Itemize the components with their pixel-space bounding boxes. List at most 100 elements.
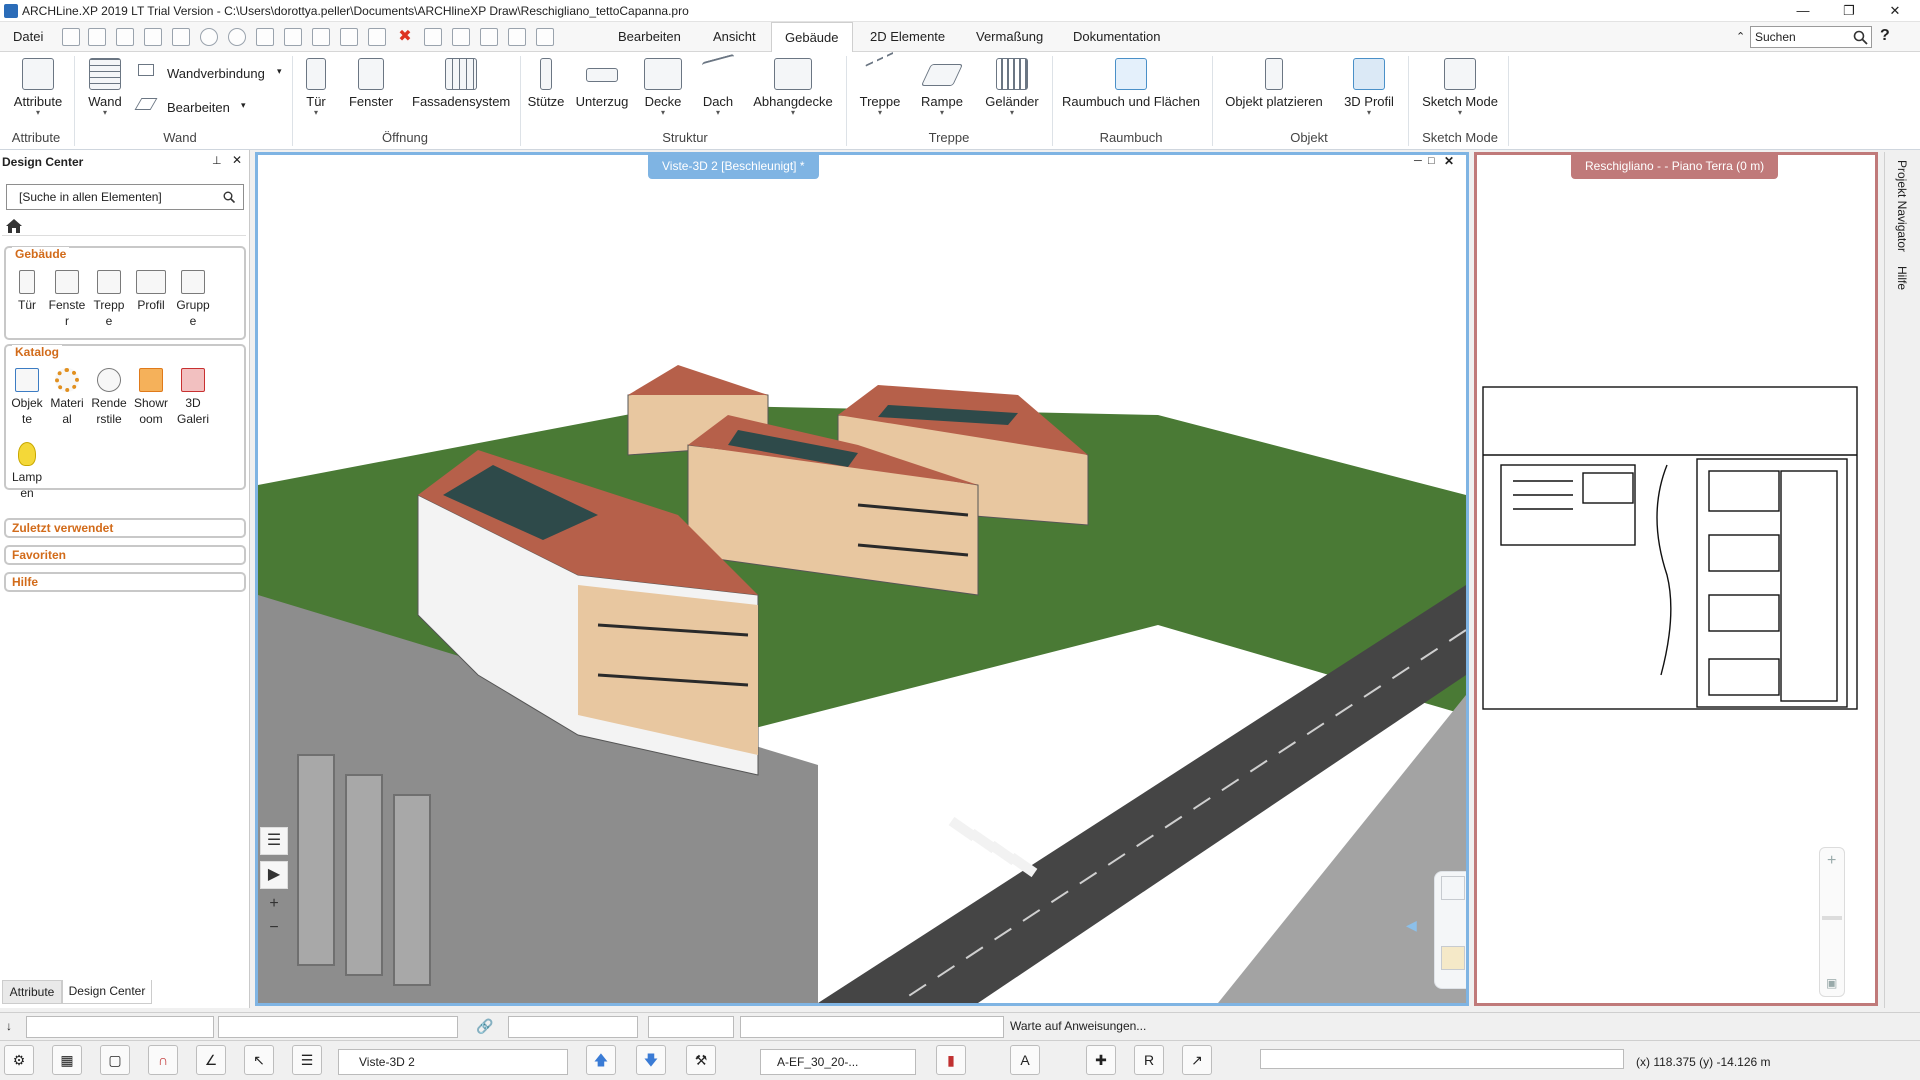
zoom-slider-thumb[interactable]	[1822, 916, 1842, 920]
texture-icon[interactable]	[1441, 946, 1465, 970]
search-icon[interactable]	[223, 191, 235, 203]
dc-item-renderstile[interactable]: Rende rstile	[90, 368, 128, 427]
command-input[interactable]	[740, 1016, 1004, 1038]
print-icon[interactable]	[172, 28, 190, 46]
cube-icon[interactable]	[1441, 876, 1465, 900]
command-combo-3[interactable]	[508, 1016, 638, 1038]
zoom-slider[interactable]: + ▣	[1819, 847, 1845, 997]
level-up-icon[interactable]: 🡅	[586, 1045, 616, 1075]
attribute-button[interactable]: Attribute ▾	[10, 58, 66, 117]
section-favoriten[interactable]: Favoriten	[4, 545, 246, 565]
help-icon[interactable]: ?	[1880, 27, 1890, 45]
tuer-button[interactable]: Tür ▾	[300, 58, 332, 117]
offset-icon[interactable]	[480, 28, 498, 46]
object-snap-icon[interactable]: ▢	[100, 1045, 130, 1075]
rampe-button[interactable]: Rampe ▾	[918, 58, 966, 117]
cut-icon[interactable]	[256, 28, 274, 46]
dc-item-profil[interactable]: Profil	[132, 270, 170, 313]
link-icon[interactable]: 🔗	[476, 1018, 493, 1035]
open-folder-icon[interactable]	[88, 28, 106, 46]
search-box[interactable]: Suchen	[1750, 26, 1872, 48]
dc-item-tuer[interactable]: Tür	[8, 270, 46, 313]
tab-projekt-navigator[interactable]: Projekt Navigator	[1895, 160, 1909, 252]
coordinate-input[interactable]	[1260, 1049, 1624, 1069]
unterzug-button[interactable]: Unterzug	[574, 58, 630, 109]
close-button[interactable]: ✕	[1872, 0, 1918, 22]
element-search-input[interactable]: [Suche in allen Elementen]	[6, 184, 244, 210]
search-icon[interactable]	[1853, 30, 1868, 45]
tab-design-center[interactable]: Design Center	[62, 980, 152, 1004]
select-cursor-icon[interactable]: ↖	[244, 1045, 274, 1075]
save-icon[interactable]	[116, 28, 134, 46]
viewport-2d-tab[interactable]: Reschigliano - - Piano Terra (0 m)	[1571, 155, 1779, 179]
dc-item-fenster[interactable]: Fenste r	[48, 270, 86, 329]
decke-button[interactable]: Decke ▾	[640, 58, 686, 117]
delete-x-icon[interactable]: ✖	[396, 28, 414, 46]
layer-select[interactable]: A-EF_30_20-...	[760, 1049, 916, 1075]
gelaender-button[interactable]: Geländer ▾	[982, 58, 1042, 117]
viewport-2d-plan[interactable]: Reschigliano - - Piano Terra (0 m) + ▣	[1474, 152, 1878, 1006]
tab-2d-elemente[interactable]: 2D Elemente	[857, 22, 958, 52]
text-style-icon[interactable]: A	[1010, 1045, 1040, 1075]
section-label-gebaeude[interactable]: Gebäude	[12, 247, 70, 261]
command-combo-1[interactable]	[26, 1016, 214, 1038]
list-icon[interactable]: ☰	[292, 1045, 322, 1075]
viewport-3d-tab[interactable]: Viste-3D 2 [Beschleunigt] *	[648, 155, 819, 179]
undo-icon[interactable]	[200, 28, 218, 46]
dc-item-3d-galerie[interactable]: 3D Galeri	[174, 368, 212, 427]
pan-left-icon[interactable]: ◀	[1406, 917, 1422, 933]
corner-icon[interactable]	[508, 28, 526, 46]
dc-item-treppe[interactable]: Trepp e	[90, 270, 128, 329]
relative-coords-icon[interactable]: R	[1134, 1045, 1164, 1075]
maximize-button[interactable]: ❐	[1826, 0, 1872, 22]
section-label-katalog[interactable]: Katalog	[12, 345, 63, 359]
viewport-maximize-icon[interactable]: □	[1428, 155, 1435, 167]
zoom-out-icon[interactable]: −	[260, 915, 288, 943]
new-file-icon[interactable]	[62, 28, 80, 46]
settings-gear-icon[interactable]: ⚙	[4, 1045, 34, 1075]
eraser-icon[interactable]: ▮	[936, 1045, 966, 1075]
redo-icon[interactable]	[228, 28, 246, 46]
save-all-icon[interactable]	[144, 28, 162, 46]
copy-icon[interactable]	[284, 28, 302, 46]
tab-ansicht[interactable]: Ansicht	[700, 22, 769, 52]
dach-button[interactable]: Dach ▾	[696, 53, 740, 117]
wandverbindung-button[interactable]: Wandverbindung	[167, 66, 265, 81]
zoom-extent-icon[interactable]: ▣	[1826, 976, 1837, 990]
angle-icon[interactable]: ∠	[196, 1045, 226, 1075]
level-down-icon[interactable]: 🡇	[636, 1045, 666, 1075]
bearbeiten-button[interactable]: Bearbeiten	[167, 100, 230, 115]
tab-dokumentation[interactable]: Dokumentation	[1060, 22, 1173, 52]
minimize-button[interactable]: —	[1780, 0, 1826, 22]
scene-3d[interactable]	[258, 155, 1466, 1003]
viewport-close-icon[interactable]: ✕	[1444, 155, 1454, 168]
search-input[interactable]: Suchen	[1755, 30, 1796, 44]
tab-attribute[interactable]: Attribute	[2, 980, 62, 1004]
stuetze-button[interactable]: Stütze	[526, 58, 566, 109]
bearbeiten-dropdown-icon[interactable]: ▾	[241, 100, 246, 111]
viewport-minimize-icon[interactable]: ─	[1414, 155, 1422, 167]
fassadensystem-button[interactable]: Fassadensystem	[412, 58, 510, 109]
collapse-ribbon-icon[interactable]: ⌃	[1736, 30, 1745, 43]
floor-plan[interactable]	[1477, 155, 1875, 1003]
trim-icon[interactable]	[424, 28, 442, 46]
dc-item-gruppe[interactable]: Grupp e	[174, 270, 212, 329]
abhangdecke-button[interactable]: Abhangdecke ▾	[752, 58, 834, 117]
sketch-mode-button[interactable]: Sketch Mode ▾	[1416, 58, 1504, 117]
wandverbindung-dropdown-icon[interactable]: ▾	[277, 66, 282, 77]
command-combo-2[interactable]	[218, 1016, 458, 1038]
hammer-3d-icon[interactable]: ⚒	[686, 1045, 716, 1075]
extend-icon[interactable]	[452, 28, 470, 46]
menu-file[interactable]: Datei	[0, 22, 56, 52]
home-icon[interactable]	[4, 218, 24, 234]
pen-icon[interactable]	[340, 28, 358, 46]
move-icon[interactable]	[536, 28, 554, 46]
zoom-in-icon[interactable]: +	[1827, 852, 1836, 870]
nav-widget[interactable]	[1434, 871, 1466, 989]
wand-button[interactable]: Wand ▾	[84, 58, 126, 117]
measure-icon[interactable]: ↗	[1182, 1045, 1212, 1075]
dc-item-lampen[interactable]: Lamp en	[8, 442, 46, 501]
dc-item-objekte[interactable]: Objek te	[8, 368, 46, 427]
command-combo-4[interactable]	[648, 1016, 734, 1038]
snap-point-icon[interactable]: ✚	[1086, 1045, 1116, 1075]
